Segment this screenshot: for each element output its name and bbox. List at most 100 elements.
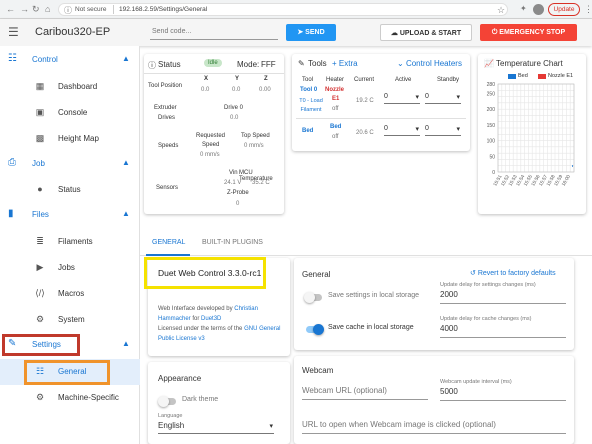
nozzle-heater[interactable]: Nozzle (325, 87, 344, 93)
sidebar-item-label: Filaments (58, 237, 93, 246)
bed-active-select[interactable]: 0 ▾ (384, 125, 420, 136)
sidebar-item-machine-specific[interactable]: ⚙ Machine-Specific (0, 385, 140, 411)
code-input-placeholder: Send code... (152, 28, 192, 35)
nozzle-standby-select[interactable]: 0 ▾ (425, 93, 461, 104)
sidebar-group-control[interactable]: ☷ Control ▲ (0, 48, 140, 72)
forward-icon[interactable]: → (20, 4, 29, 14)
cache-delay-input[interactable]: 4000 (440, 324, 566, 338)
dark-theme-toggle[interactable] (158, 396, 176, 407)
not-secure-label: Not secure (75, 6, 107, 13)
home-icon[interactable]: ⌂ (45, 4, 50, 14)
sidebar-item-console[interactable]: ▣ Console (0, 100, 140, 126)
bed-standby-value: 0 (425, 125, 429, 132)
sidebar-item-label: Macros (58, 289, 85, 298)
duet3d-link[interactable]: Duet3D (201, 316, 221, 322)
sidebar-item-height-map[interactable]: ▩ Height Map (0, 126, 140, 152)
extra-button[interactable]: + Extra (332, 59, 358, 68)
general-title: General (302, 270, 331, 279)
play-icon: ▶ (36, 262, 44, 272)
cache-delay-value: 4000 (440, 324, 458, 333)
browser-menu-icon[interactable]: ⋮ (584, 4, 592, 14)
hamburger-menu-icon[interactable]: ☰ (8, 25, 19, 39)
sidebar-item-dashboard[interactable]: ▦ Dashboard (0, 74, 140, 100)
info-icon[interactable]: ⓘ (64, 5, 72, 16)
general-highlight-box (24, 360, 110, 385)
legend-nozzle-label: Nozzle E1 (548, 73, 574, 79)
settings-delay-input[interactable]: 2000 (440, 290, 566, 304)
send-button[interactable]: ➤ SEND (286, 24, 336, 41)
grid-icon: ▩ (35, 133, 45, 143)
console-icon: ▣ (35, 107, 45, 117)
chart-y-tick-label: 50 (489, 154, 495, 160)
webcam-interval-input[interactable]: 5000 (440, 387, 566, 401)
language-select[interactable]: English ▾ (158, 421, 274, 434)
sidebar-item-label: Status (58, 185, 81, 194)
axis-z-label: Z (264, 76, 268, 82)
emergency-stop-button[interactable]: ⏻ EMERGENCY STOP (480, 24, 577, 41)
version-highlight-box (144, 257, 266, 289)
code-icon: ⟨/⟩ (35, 288, 45, 298)
printer-icon: ⎙ (8, 157, 16, 168)
revert-defaults-button[interactable]: ↺ Revert to factory defaults (470, 269, 556, 277)
tab-built-in-plugins[interactable]: BUILT-IN PLUGINS (196, 230, 276, 256)
webcam-click-url-input[interactable]: URL to open when Webcam image is clicked… (302, 420, 566, 434)
chart-grid (497, 83, 575, 173)
sidebar-item-jobs[interactable]: ▶ Jobs (0, 255, 140, 281)
sidebar-group-job[interactable]: ⎙ Job ▲ (0, 152, 140, 176)
bed-heater[interactable]: Bed (330, 124, 341, 130)
bed-state: off (332, 134, 339, 140)
tool0-link[interactable]: Tool 0 (300, 87, 317, 93)
tab-plugins-label: BUILT-IN PLUGINS (202, 239, 263, 246)
speeds-label: Speeds (158, 143, 179, 149)
chart-x-axis: 15:5115:5215:5315:5415:5515:5615:5715:58… (492, 174, 572, 188)
upload-start-button[interactable]: ☁ UPLOAD & START (380, 24, 472, 41)
info-circle-icon: ● (37, 184, 43, 194)
save-settings-toggle[interactable] (304, 292, 322, 303)
webcam-url-input[interactable]: Webcam URL (optional) (302, 386, 428, 400)
z-probe-label: Z-Probe (227, 190, 249, 196)
reload-icon[interactable]: ↻ (32, 4, 40, 14)
save-cache-label: Save cache in local storage (328, 324, 414, 331)
send-label: SEND (305, 29, 325, 36)
col-tool: Tool (302, 77, 314, 83)
tool0-load-filament[interactable]: T0 - Load Filament (294, 97, 328, 115)
tab-general-label: GENERAL (152, 239, 186, 246)
sidebar-item-macros[interactable]: ⟨/⟩ Macros (0, 281, 140, 307)
appearance-panel: Appearance Dark theme Language English ▾ (148, 362, 290, 444)
sidebar-group-files[interactable]: ▮ Files ▲ (0, 203, 140, 227)
about-line3: Licensed under the terms of the (158, 326, 245, 332)
legend-nozzle-swatch (538, 74, 546, 79)
save-cache-toggle[interactable] (306, 324, 324, 335)
nozzle-heater-index: E1 (332, 96, 340, 102)
revert-icon: ↺ (470, 270, 478, 277)
bed-link[interactable]: Bed (302, 128, 313, 134)
webcam-panel: Webcam Webcam URL (optional) Webcam upda… (294, 356, 574, 444)
sidebar-item-label: Console (58, 108, 88, 117)
sidebar-item-system[interactable]: ⚙ System (0, 307, 140, 333)
top-speed-value: 0 mm/s (244, 143, 264, 149)
sidebar-group-label: Files (32, 210, 49, 219)
divider (144, 73, 284, 74)
profile-avatar[interactable] (533, 4, 544, 15)
back-icon[interactable]: ← (6, 4, 15, 14)
sidebar-item-label: Jobs (58, 263, 75, 272)
address-bar[interactable]: ⓘ Not secure 192.168.2.59/Settings/Gener… (58, 3, 508, 16)
cache-delay-label: Update delay for cache changes (ms) (440, 316, 532, 322)
code-input[interactable]: Send code... (150, 24, 278, 40)
sidebar-item-filaments[interactable]: ≣ Filaments (0, 229, 140, 255)
browser-update-button[interactable]: Update (548, 3, 580, 16)
control-heaters-label: Control Heaters (405, 59, 462, 68)
top-speed-label: Top Speed (241, 133, 270, 139)
chart-y-tick-label: 0 (492, 170, 495, 176)
star-icon[interactable]: ☆ (497, 5, 505, 16)
chart-y-tick-label: 100 (487, 139, 496, 145)
sidebar-group-label: Control (32, 55, 58, 64)
chart-y-tick-label: 150 (487, 123, 496, 129)
bed-standby-select[interactable]: 0 ▾ (425, 125, 461, 136)
nozzle-active-select[interactable]: 0 ▾ (384, 93, 420, 104)
tab-general[interactable]: GENERAL (146, 230, 190, 256)
control-heaters-button[interactable]: ⌄ Control Heaters (397, 59, 462, 68)
sidebar-item-status[interactable]: ● Status (0, 177, 140, 203)
extension-icon[interactable]: ✦ (520, 4, 527, 14)
dropdown-icon: ▾ (456, 94, 460, 101)
